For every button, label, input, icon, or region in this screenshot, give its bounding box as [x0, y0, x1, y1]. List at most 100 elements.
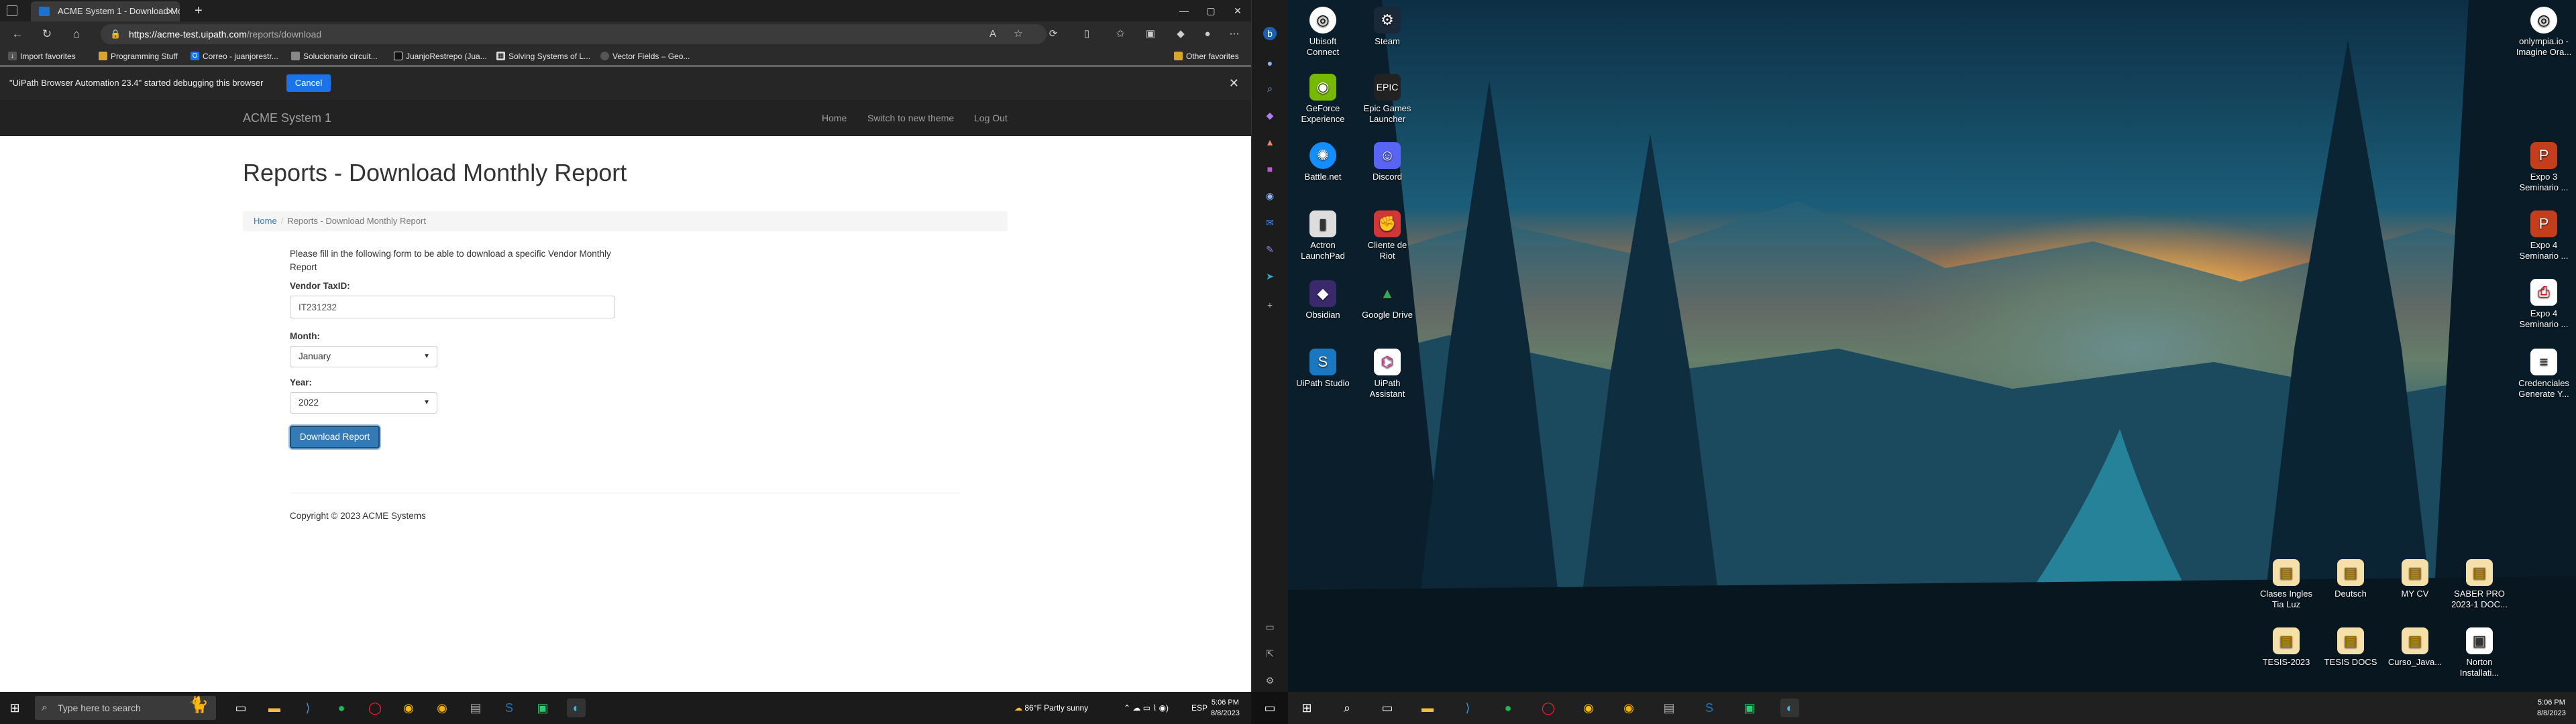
read-aloud-icon[interactable]: A: [986, 27, 1000, 41]
games-icon[interactable]: ■: [1263, 162, 1277, 176]
chrome-profile-icon[interactable]: ◉: [433, 699, 451, 717]
uipath-studio-taskbar-icon[interactable]: S: [500, 699, 519, 717]
task-view-icon[interactable]: ▭: [1378, 699, 1397, 717]
edge-taskbar-icon[interactable]: ◐: [1780, 699, 1799, 717]
uipath-app-icon[interactable]: ▣: [1740, 699, 1759, 717]
desktop-icon-epic[interactable]: EPIC Epic Games Launcher: [1359, 74, 1415, 125]
home-icon[interactable]: ⌂: [67, 25, 86, 44]
sidebar-settings-icon[interactable]: ⚙: [1263, 674, 1277, 687]
desktop-icon-uipath-studio[interactable]: S UiPath Studio: [1295, 349, 1351, 389]
refresh-icon[interactable]: ↻: [38, 25, 56, 44]
tools-icon[interactable]: ▲: [1263, 135, 1277, 149]
breadcrumb-home-link[interactable]: Home: [254, 216, 277, 226]
notepad-icon[interactable]: ▤: [466, 699, 485, 717]
notepad-icon[interactable]: ▤: [1660, 699, 1678, 717]
uipath-app-icon[interactable]: ▣: [533, 699, 552, 717]
search-icon[interactable]: ⌕: [1263, 82, 1277, 95]
site-brand[interactable]: ACME System 1: [243, 100, 331, 136]
collections-icon[interactable]: ▣: [1144, 27, 1157, 41]
windows-start-icon[interactable]: ⊞: [1297, 699, 1316, 717]
favorites-icon[interactable]: ✩: [1114, 27, 1127, 41]
more-menu-icon[interactable]: ⋯: [1228, 27, 1241, 41]
desktop-icon-obsidian[interactable]: ◆ Obsidian: [1295, 280, 1351, 320]
bookmark-github[interactable]: JuanjoRestrepo (Jua...: [392, 47, 487, 66]
vscode-icon[interactable]: ⟩: [1458, 699, 1477, 717]
minimize-icon[interactable]: —: [1171, 0, 1197, 21]
taskbar-clock[interactable]: 5:06 PM 8/8/2023: [1211, 697, 1240, 719]
outlook-sidebar-icon[interactable]: ✉: [1263, 216, 1277, 229]
bookmark-correo[interactable]: O Correo - juanjorestr...: [189, 47, 278, 66]
shopping-icon[interactable]: ◆: [1263, 109, 1277, 122]
back-icon[interactable]: ←: [8, 25, 27, 44]
desktop-icon-expo4a[interactable]: P Expo 4 Seminario ...: [2516, 210, 2572, 261]
notification-icon[interactable]: ▭: [1260, 699, 1279, 717]
opera-icon[interactable]: ◯: [366, 699, 384, 717]
close-window-icon[interactable]: ✕: [1224, 0, 1251, 21]
maximize-icon[interactable]: ▢: [1197, 0, 1224, 21]
desktop-icon-norton[interactable]: ▣ Norton Installati...: [2451, 627, 2508, 678]
weather-widget[interactable]: ☁ 86°F Partly sunny: [1014, 692, 1088, 724]
spotify-icon[interactable]: ●: [1499, 699, 1517, 717]
desktop-icon-geforce[interactable]: ◉ GeForce Experience: [1295, 74, 1351, 125]
search-highlight-icon[interactable]: 🐈: [186, 696, 211, 720]
cancel-debugging-button[interactable]: Cancel: [286, 74, 331, 92]
vscode-icon[interactable]: ⟩: [299, 699, 317, 717]
search-icon[interactable]: ⌕: [1338, 699, 1356, 717]
language-indicator[interactable]: ESP: [1191, 692, 1208, 724]
bookmark-vector-fields[interactable]: Vector Fields – Geo...: [599, 47, 690, 66]
desktop-icon-ubisoft[interactable]: ◎ Ubisoft Connect: [1295, 7, 1351, 58]
taskbar-clock-secondary[interactable]: 5:06 PM 8/8/2023: [2537, 697, 2566, 719]
browser-tab[interactable]: ACME System 1 - Download Mo... ✕: [31, 1, 180, 21]
tab-actions-icon[interactable]: [7, 5, 17, 16]
bookmark-import[interactable]: ↓ Import favorites: [7, 47, 76, 66]
desktop-icon-credenciales[interactable]: ≡ Credenciales Generate Y...: [2516, 349, 2572, 400]
month-select[interactable]: January ▼: [290, 346, 437, 367]
windows-start-icon[interactable]: ⊞: [5, 699, 24, 717]
nav-logout-link[interactable]: Log Out: [974, 100, 1008, 136]
open-external-icon[interactable]: ⇱: [1263, 647, 1277, 660]
desktop-icon-tesis-docs[interactable]: ▤ TESIS DOCS: [2322, 627, 2379, 668]
nav-home-link[interactable]: Home: [822, 100, 847, 136]
bookmark-other-favorites[interactable]: Other favorites: [1173, 47, 1239, 66]
new-tab-icon[interactable]: +: [195, 1, 203, 20]
desktop-icon-saber-pro[interactable]: ▤ SABER PRO 2023-1 DOC...: [2451, 559, 2508, 610]
chrome-icon[interactable]: ◉: [399, 699, 418, 717]
year-select[interactable]: 2022 ▼: [290, 392, 437, 414]
favorite-star-icon[interactable]: ☆: [1012, 27, 1025, 41]
spotify-icon[interactable]: ●: [332, 699, 351, 717]
desktop-icon-deutsch[interactable]: ▤ Deutsch: [2322, 559, 2379, 599]
designer-icon[interactable]: ✎: [1263, 243, 1277, 256]
desktop-icon-curso-java[interactable]: ▤ Curso_Java...: [2387, 627, 2443, 668]
desktop-icon-uipath-assistant[interactable]: ⌬ UiPath Assistant: [1359, 349, 1415, 400]
close-tab-icon[interactable]: ✕: [166, 1, 174, 21]
split-screen-icon[interactable]: ▯: [1080, 27, 1093, 41]
desktop-icon-steam[interactable]: ⚙ Steam: [1359, 7, 1415, 47]
task-view-icon[interactable]: ▭: [231, 699, 250, 717]
url-field[interactable]: 🔒 https://acme-test.uipath.com/reports/d…: [101, 24, 1046, 44]
chrome-profile-icon[interactable]: ◉: [1619, 699, 1638, 717]
drop-icon[interactable]: ➤: [1263, 269, 1277, 283]
file-explorer-icon[interactable]: ▬: [1418, 699, 1437, 717]
desktop-icon-battlenet[interactable]: ✺ Battle.net: [1295, 142, 1351, 182]
chrome-icon[interactable]: ◉: [1579, 699, 1598, 717]
vendor-taxid-input[interactable]: [290, 296, 615, 318]
close-infobar-icon[interactable]: ✕: [1229, 66, 1239, 100]
desktop-icon-tesis-2023[interactable]: ▤ TESIS-2023: [2258, 627, 2314, 668]
nav-switch-theme-link[interactable]: Switch to new theme: [867, 100, 954, 136]
download-report-button[interactable]: Download Report: [290, 426, 380, 448]
bookmark-solucionario[interactable]: Solucionario circuit...: [290, 47, 378, 66]
extension-icon[interactable]: ⟳: [1046, 27, 1060, 41]
file-explorer-icon[interactable]: ▬: [265, 699, 284, 717]
desktop-icon-actron[interactable]: ▮ Actron LaunchPad: [1295, 210, 1351, 261]
bing-copilot-icon[interactable]: b: [1263, 27, 1277, 40]
edge-taskbar-icon[interactable]: ◐: [567, 699, 586, 717]
tray-icons[interactable]: ⌃ ☁ ▭ ⌇ ◉): [1124, 692, 1169, 724]
add-sidebar-app-icon[interactable]: +: [1263, 298, 1277, 312]
uipath-ext-icon[interactable]: ◆: [1174, 27, 1187, 41]
office-icon[interactable]: ◉: [1263, 189, 1277, 202]
discover-icon[interactable]: ●: [1263, 56, 1277, 70]
uipath-studio-taskbar-icon[interactable]: S: [1700, 699, 1719, 717]
desktop-icon-drive[interactable]: ▲ Google Drive: [1359, 280, 1415, 320]
opera-icon[interactable]: ◯: [1539, 699, 1558, 717]
desktop-icon-riot[interactable]: ✊ Cliente de Riot: [1359, 210, 1415, 261]
